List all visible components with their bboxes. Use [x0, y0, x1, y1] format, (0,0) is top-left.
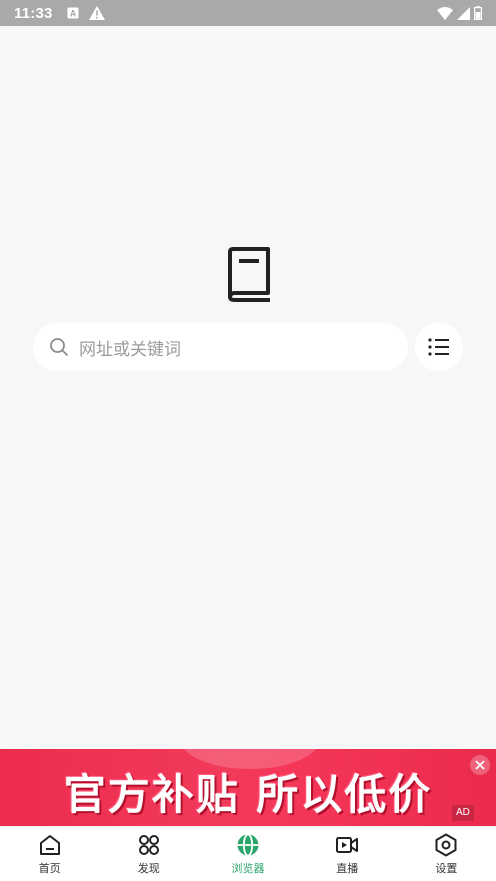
live-video-icon: [336, 837, 359, 853]
list-menu-icon: [428, 338, 449, 356]
discover-icon: [138, 835, 159, 855]
browser-home: 网址或关键词: [0, 26, 496, 749]
nav-item-live[interactable]: 直播: [298, 827, 397, 881]
search-icon: [50, 338, 68, 356]
nav-label-settings: 设置: [435, 862, 458, 875]
nav-label-discover: 发现: [137, 862, 160, 875]
a-notification-icon: A: [67, 7, 79, 19]
signal-icon: [457, 6, 470, 20]
status-time: 11:33: [14, 4, 53, 22]
nav-item-settings[interactable]: 设置: [397, 827, 496, 881]
search-placeholder: 网址或关键词: [79, 339, 181, 360]
search-input[interactable]: 网址或关键词: [33, 323, 408, 371]
battery-icon: [474, 6, 482, 20]
nav-item-home[interactable]: 首页: [0, 827, 99, 881]
svg-text:A: A: [69, 9, 76, 19]
nav-item-discover[interactable]: 发现: [99, 827, 198, 881]
settings-icon: [435, 833, 457, 857]
book-icon: [228, 247, 270, 302]
ad-close-button[interactable]: [470, 755, 490, 775]
nav-label-live: 直播: [336, 862, 359, 875]
menu-button[interactable]: [415, 323, 463, 371]
warning-icon: [88, 6, 105, 20]
wifi-icon: [437, 6, 453, 20]
nav-label-home: 首页: [38, 862, 61, 875]
bottom-nav: 首页 发现 浏览器 直播 设置: [0, 826, 496, 881]
globe-icon: [237, 833, 259, 857]
status-bar: 11:33 A: [0, 0, 496, 26]
close-icon: [475, 760, 485, 770]
nav-label-browser: 浏览器: [231, 862, 265, 875]
ad-slogan: 官方补贴 所以低价: [63, 770, 433, 819]
home-icon: [39, 835, 60, 855]
ad-tag: AD: [452, 805, 474, 821]
nav-item-browser[interactable]: 浏览器: [198, 827, 297, 881]
ad-banner[interactable]: 官方补贴 所以低价: [0, 749, 496, 826]
